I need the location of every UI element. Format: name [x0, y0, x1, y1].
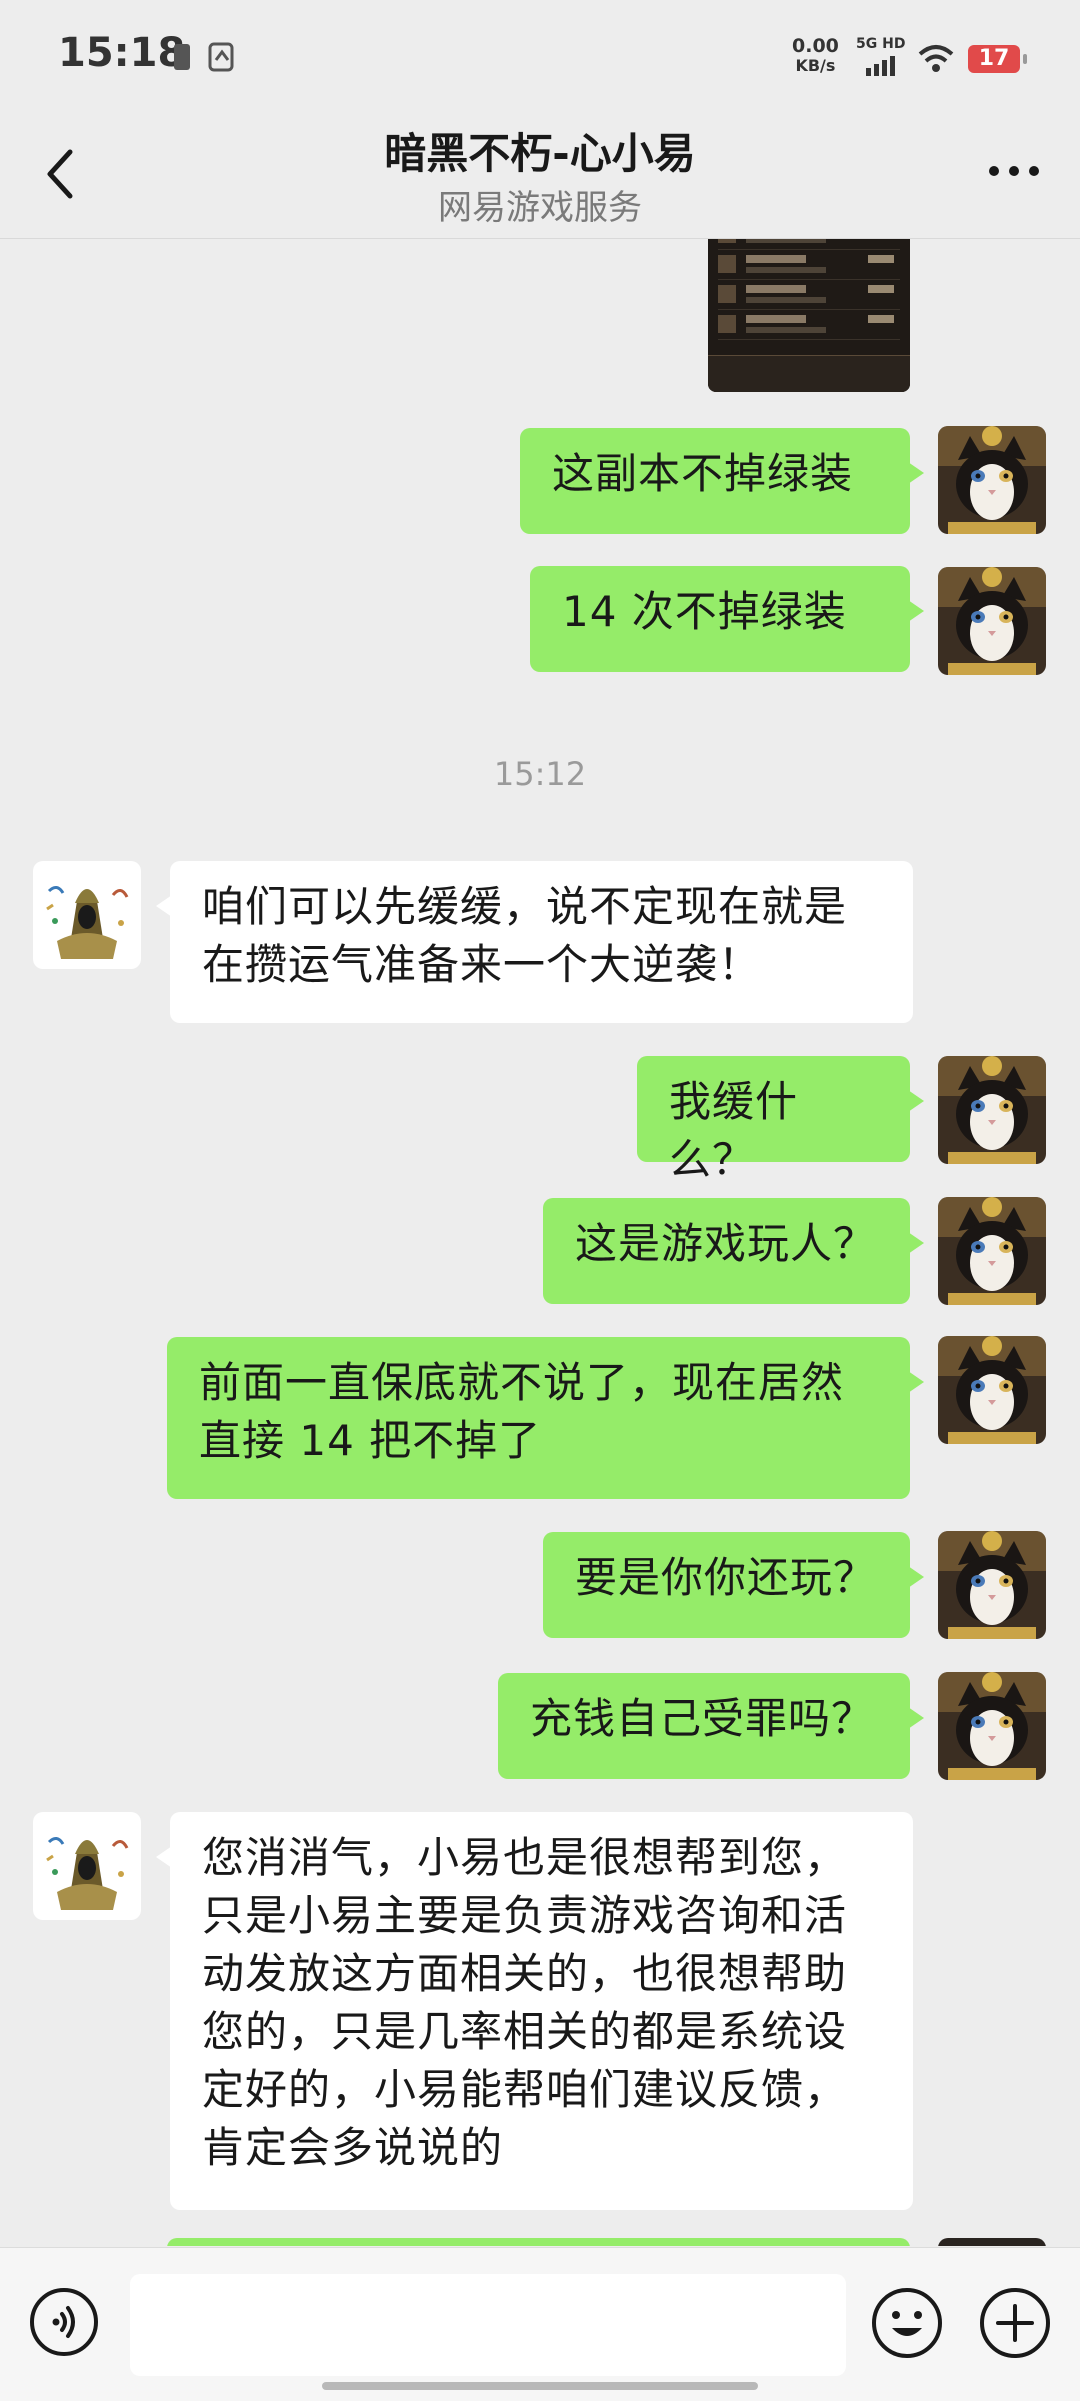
- network-speed: 0.00 KB/s: [792, 36, 839, 76]
- message-list[interactable]: 这副本不掉绿装 14 次不掉绿装 15:12 咱们可以先缓缓，说不定现在就是在攒…: [0, 239, 1080, 2246]
- message-input[interactable]: [130, 2274, 846, 2376]
- service-avatar[interactable]: [33, 1812, 141, 1920]
- signal-icon: [866, 56, 895, 76]
- chat-title: 暗黑不朽-心小易: [384, 129, 696, 178]
- voice-icon: [30, 2288, 98, 2356]
- knight-avatar-icon: [33, 1812, 141, 1920]
- message-bubble-sent[interactable]: 我缓什么？: [637, 1056, 924, 1184]
- sim-card-icon: [174, 44, 190, 70]
- my-avatar-partial[interactable]: [938, 2238, 1046, 2246]
- status-bar: 15:18 0.00 KB/s 5G HD 17: [0, 0, 1080, 112]
- home-indicator[interactable]: [322, 2382, 758, 2390]
- voice-button[interactable]: [28, 2286, 100, 2358]
- my-avatar[interactable]: [938, 567, 1046, 675]
- app-notification-icon: [208, 42, 234, 72]
- message-bubble-received[interactable]: 咱们可以先缓缓，说不定现在就是在攒运气准备来一个大逆袭！: [156, 861, 913, 1023]
- input-bar: [0, 2247, 1080, 2401]
- image-message[interactable]: [708, 239, 910, 392]
- network-speed-unit: KB/s: [795, 56, 836, 75]
- status-time: 15:18: [58, 30, 186, 76]
- service-avatar[interactable]: [33, 861, 141, 969]
- message-bubble-sent-partial[interactable]: [167, 2238, 910, 2246]
- message-bubble-sent[interactable]: 充钱自己受罪吗？: [498, 1673, 924, 1779]
- chat-subtitle: 网易游戏服务: [438, 188, 642, 228]
- more-dots-icon: [989, 166, 1039, 176]
- knight-avatar-icon: [33, 861, 141, 969]
- more-options-button[interactable]: [984, 156, 1044, 186]
- message-bubble-sent[interactable]: 要是你你还玩？: [543, 1532, 924, 1638]
- message-bubble-sent[interactable]: 这副本不掉绿装: [520, 428, 924, 534]
- cat-avatar-icon: [938, 1197, 1046, 1305]
- cat-avatar-icon: [938, 1672, 1046, 1780]
- emoji-icon: [872, 2288, 942, 2358]
- battery-indicator: 17: [968, 45, 1027, 73]
- message-timestamp: 15:12: [493, 755, 587, 793]
- my-avatar[interactable]: [938, 1056, 1046, 1164]
- cat-avatar-icon: [938, 1531, 1046, 1639]
- chat-header: 暗黑不朽-心小易 网易游戏服务: [0, 112, 1080, 239]
- my-avatar[interactable]: [938, 1531, 1046, 1639]
- cat-avatar-icon: [938, 567, 1046, 675]
- cat-avatar-icon: [938, 1336, 1046, 1444]
- message-bubble-received[interactable]: 您消消气，小易也是很想帮到您，只是小易主要是负责游戏咨询和活动发放这方面相关的，…: [156, 1812, 913, 2210]
- my-avatar[interactable]: [938, 1197, 1046, 1305]
- message-bubble-sent[interactable]: 14 次不掉绿装: [530, 566, 924, 672]
- my-avatar[interactable]: [938, 1336, 1046, 1444]
- emoji-button[interactable]: [870, 2286, 944, 2360]
- my-avatar[interactable]: [938, 426, 1046, 534]
- message-bubble-sent[interactable]: 这是游戏玩人？: [543, 1198, 924, 1304]
- plus-icon: [980, 2288, 1050, 2358]
- network-speed-value: 0.00: [792, 35, 839, 57]
- message-bubble-sent[interactable]: 前面一直保底就不说了，现在居然直接 14 把不掉了: [167, 1337, 924, 1499]
- my-avatar[interactable]: [938, 1672, 1046, 1780]
- cat-avatar-icon: [938, 426, 1046, 534]
- wifi-icon: [918, 45, 954, 72]
- network-type: 5G HD: [856, 36, 906, 52]
- cat-avatar-icon: [938, 1056, 1046, 1164]
- more-functions-button[interactable]: [978, 2286, 1052, 2360]
